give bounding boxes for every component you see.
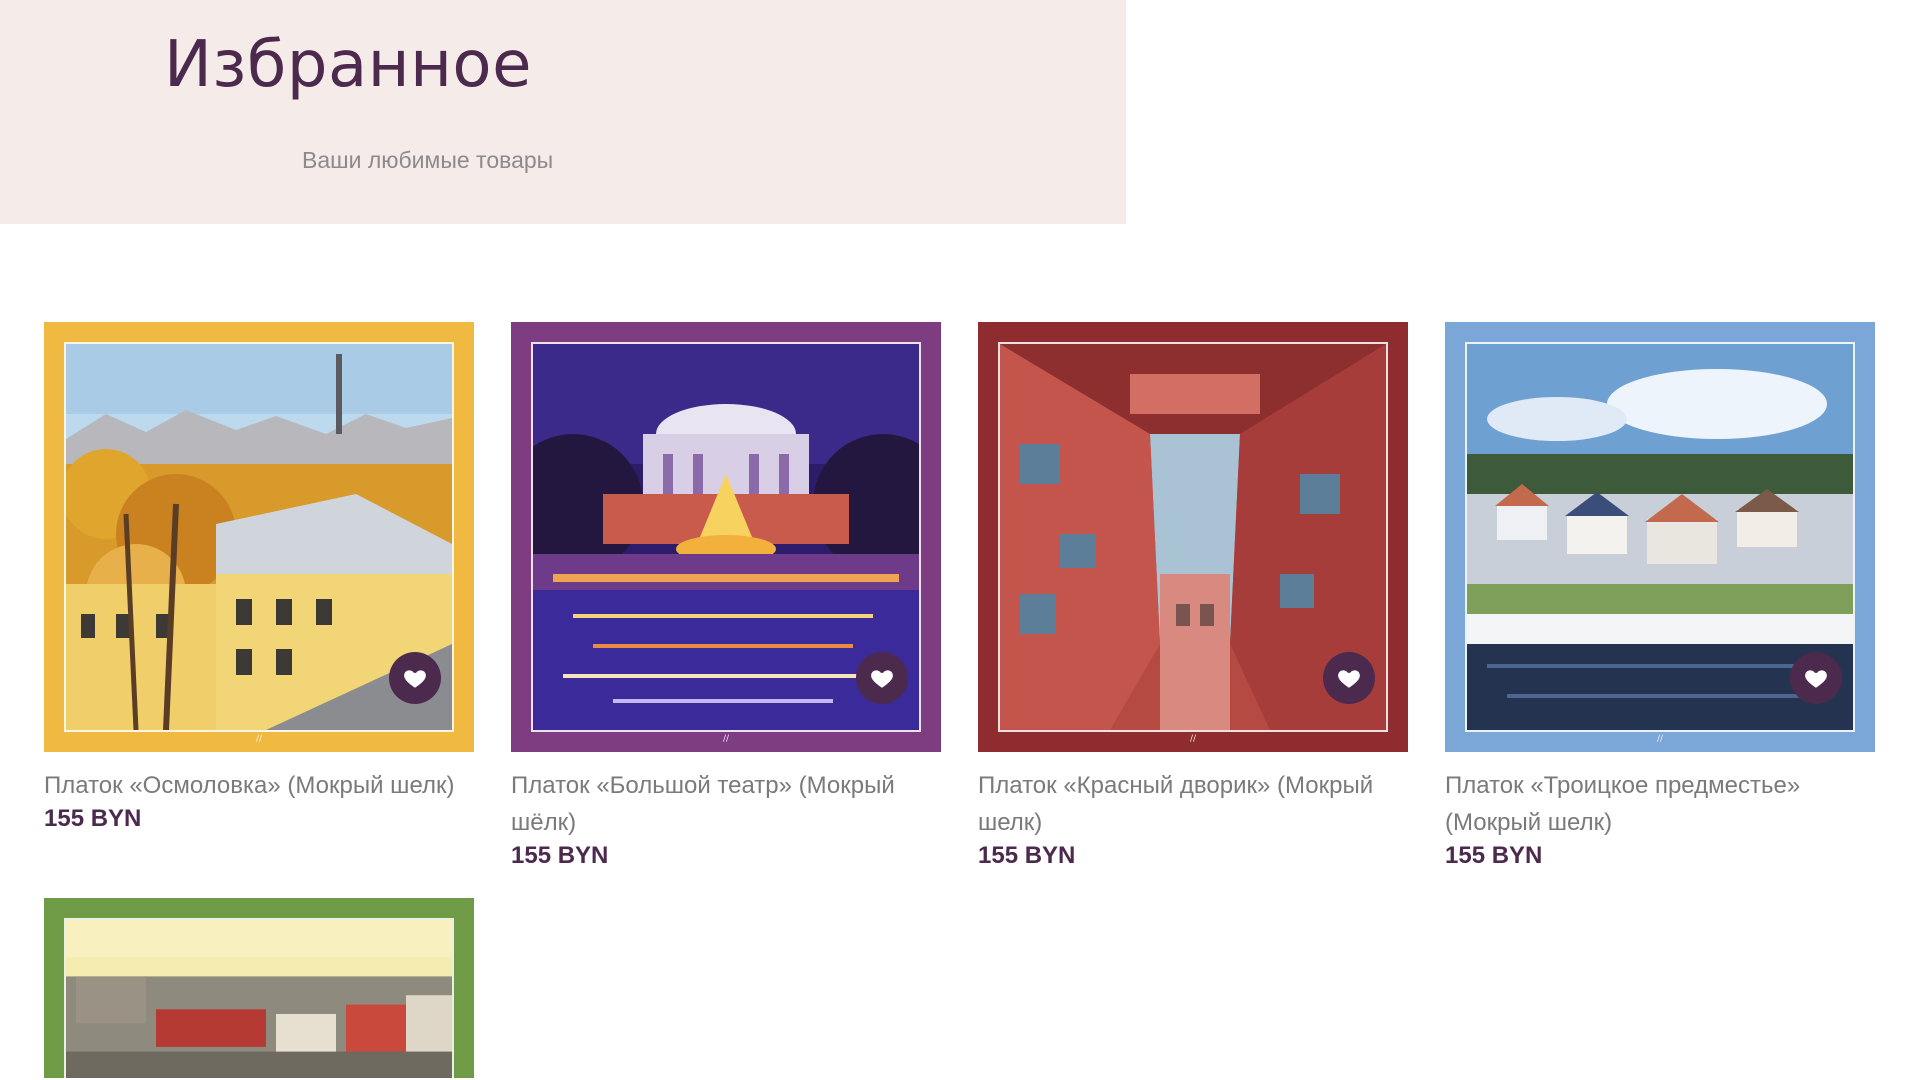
heart-icon — [404, 670, 426, 688]
page-header: Избранное Ваши любимые товары — [0, 0, 1126, 224]
heart-icon — [1338, 670, 1360, 688]
product-price: 155 BYN — [511, 842, 609, 869]
favorites-grid: // Платок «Осмоловка» (Мокрый шелк) 155 … — [44, 322, 1875, 1078]
product-title[interactable]: Платок «Осмоловка» (Мокрый шелк) — [44, 767, 474, 804]
scarf-artwork-old-town — [66, 920, 452, 1078]
product-title[interactable]: Платок «Троицкое предместье» (Мокрый шел… — [1445, 767, 1875, 841]
favorite-button[interactable] — [389, 652, 441, 704]
favorite-button[interactable] — [1790, 652, 1842, 704]
favorite-button[interactable] — [856, 652, 908, 704]
brand-mark-icon: // — [722, 734, 730, 744]
product-card[interactable]: // Платок «Осмоловка» (Мокрый шелк) 155 … — [44, 322, 474, 870]
page-subtitle: Ваши любимые товары — [302, 147, 554, 173]
product-title[interactable]: Платок «Красный дворик» (Мокрый шелк) — [978, 767, 1408, 841]
heart-icon — [1805, 670, 1827, 688]
favorite-button[interactable] — [1323, 652, 1375, 704]
page-title: Избранное — [164, 28, 532, 102]
product-image[interactable]: // — [511, 322, 941, 752]
product-card[interactable]: // Платок «Красный дворик» (Мокрый шелк)… — [978, 322, 1408, 870]
brand-mark-icon: // — [1656, 734, 1664, 744]
product-price: 155 BYN — [1445, 842, 1543, 869]
heart-icon — [871, 670, 893, 688]
product-image[interactable]: // — [978, 322, 1408, 752]
product-image[interactable]: // — [44, 322, 474, 752]
product-price: 155 BYN — [978, 842, 1076, 869]
product-image[interactable] — [44, 898, 474, 1078]
product-card[interactable]: // Платок «Большой театр» (Мокрый шёлк) … — [511, 322, 941, 870]
product-card[interactable]: // Платок «Троицкое предместье» (Мокрый … — [1445, 322, 1875, 870]
product-image[interactable]: // — [1445, 322, 1875, 752]
product-card[interactable] — [44, 898, 474, 1078]
product-title[interactable]: Платок «Большой театр» (Мокрый шёлк) — [511, 767, 941, 841]
product-price: 155 BYN — [44, 805, 142, 832]
brand-mark-icon: // — [255, 734, 263, 744]
brand-mark-icon: // — [1189, 734, 1197, 744]
